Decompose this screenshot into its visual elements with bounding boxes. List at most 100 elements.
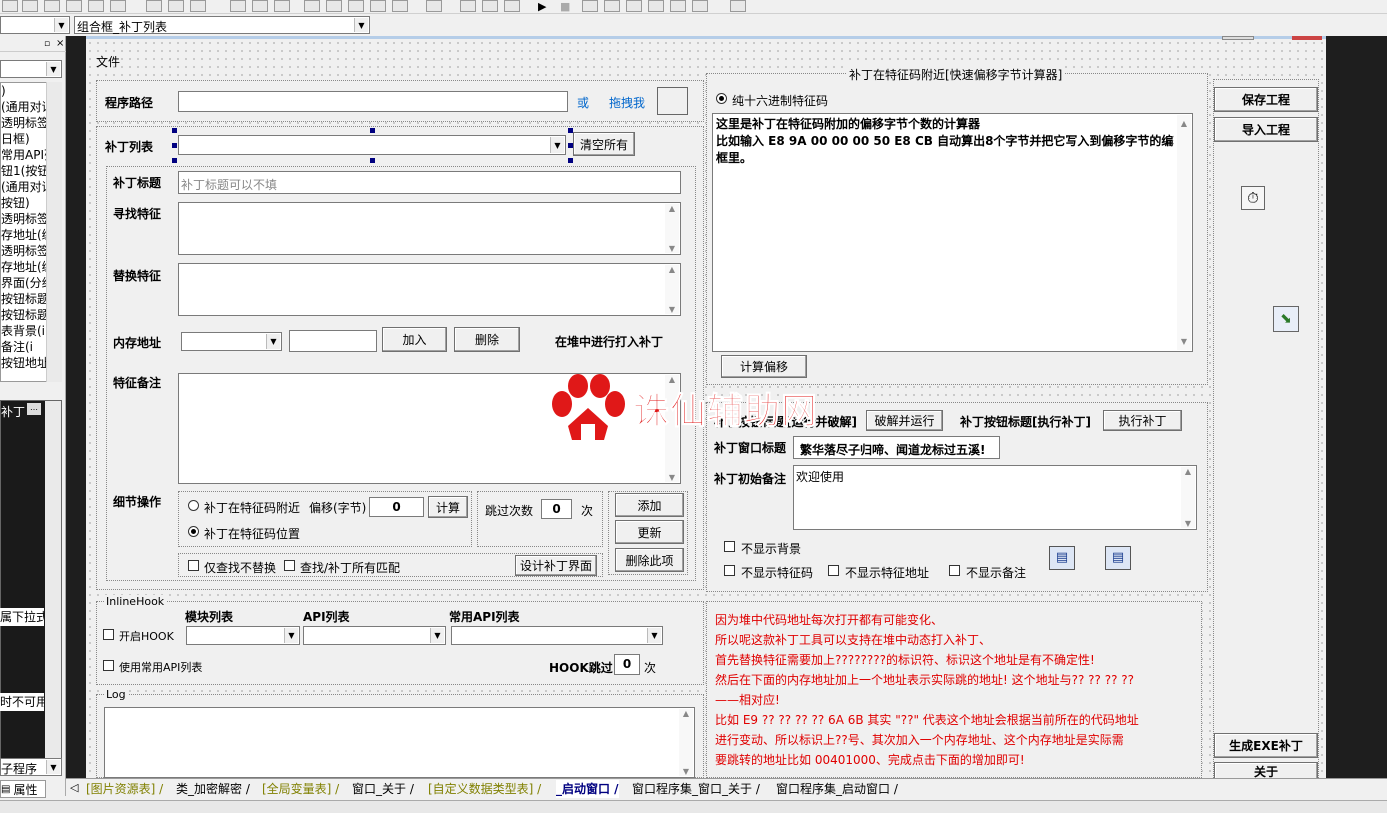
selection-handle[interactable]	[370, 128, 375, 133]
toolbar-button[interactable]	[304, 0, 320, 12]
save-project-button[interactable]: 保存工程	[1214, 87, 1318, 112]
scrollbar[interactable]: ▲ ▼	[1181, 467, 1195, 528]
use-common-api-label[interactable]: 使用常用API列表	[119, 659, 202, 675]
offset-input[interactable]: 0	[369, 497, 424, 517]
radio-near-label[interactable]: 补丁在特征码附近	[204, 499, 300, 516]
selection-handle[interactable]	[568, 158, 573, 163]
toolbar-button[interactable]	[66, 0, 82, 12]
selection-handle[interactable]	[172, 158, 177, 163]
toolbar-button[interactable]	[252, 0, 268, 12]
pin-icon[interactable]: ▫	[44, 39, 50, 49]
find-all-label[interactable]: 查找/补丁所有匹配	[300, 559, 400, 576]
toolbar-button[interactable]	[2, 0, 18, 12]
radio-near[interactable]	[188, 500, 199, 511]
design-ui-button[interactable]: 设计补丁界面	[515, 555, 597, 576]
toolbar-button[interactable]	[582, 0, 598, 12]
subprogram-combo[interactable]: 子程序 ▼	[0, 758, 62, 776]
toolbar-button[interactable]	[626, 0, 642, 12]
ellipsis-button[interactable]: …	[27, 403, 41, 415]
skip-input[interactable]: 0	[541, 499, 572, 519]
selection-handle[interactable]	[172, 128, 177, 133]
tab-item[interactable]: 窗口_关于 /	[352, 780, 414, 798]
toolbar-button[interactable]	[326, 0, 342, 12]
pure-hex-radio[interactable]	[716, 93, 727, 104]
module-combo[interactable]: ▼	[186, 626, 300, 645]
property-grid[interactable]: 补丁 …	[0, 400, 62, 776]
add-button[interactable]: 加入	[382, 327, 447, 352]
selection-handle[interactable]	[370, 158, 375, 163]
list-scrollbar[interactable]	[46, 82, 62, 382]
window-component-icon[interactable]: ▤	[1049, 546, 1075, 570]
scrollbar[interactable]: ▲ ▼	[665, 265, 679, 314]
update-button[interactable]: 更新	[615, 520, 684, 544]
toolbar-button[interactable]	[692, 0, 708, 12]
toolbar-button[interactable]	[392, 0, 408, 12]
clear-all-button[interactable]: 清空所有	[573, 132, 635, 156]
no-bg-checkbox[interactable]	[724, 541, 735, 552]
toolbar-button[interactable]	[460, 0, 476, 12]
log-textarea[interactable]: ▲ ▼	[104, 707, 695, 778]
property-scrollbar[interactable]	[45, 401, 61, 775]
calc-textarea[interactable]: 这里是补丁在特征码附加的偏移字节个数的计算器 比如输入 E8 9A 00 00 …	[712, 113, 1193, 352]
toolbar-button[interactable]	[168, 0, 184, 12]
radio-pos[interactable]	[188, 526, 199, 537]
no-feature-addr-checkbox[interactable]	[828, 565, 839, 576]
drag-target[interactable]	[657, 87, 688, 115]
calc-button[interactable]: 计算	[428, 496, 468, 518]
hook-skip-input[interactable]: 0	[614, 654, 640, 675]
no-note-checkbox[interactable]	[949, 565, 960, 576]
add-item-button[interactable]: 添加	[615, 493, 684, 517]
property-tab[interactable]: ▤ 属性	[0, 780, 46, 798]
toolbar-button[interactable]	[190, 0, 206, 12]
run-icon[interactable]: ▶	[538, 0, 546, 13]
no-note-label[interactable]: 不显示备注	[966, 564, 1026, 581]
only-find-label[interactable]: 仅查找不替换	[204, 559, 276, 576]
tab-item[interactable]: _启动窗口 /	[556, 780, 619, 798]
find-feature-input[interactable]: ▲ ▼	[178, 202, 681, 255]
scrollbar[interactable]: ▲ ▼	[679, 709, 693, 776]
menu-file[interactable]: 文件	[96, 53, 120, 70]
toolbar-button[interactable]	[44, 0, 60, 12]
find-all-checkbox[interactable]	[284, 560, 295, 571]
only-find-checkbox[interactable]	[188, 560, 199, 571]
crack-run-button[interactable]: 破解并运行	[866, 410, 943, 431]
tab-item[interactable]: 窗口程序集_窗口_关于 /	[632, 780, 760, 798]
panel-combo[interactable]: ▼	[0, 60, 62, 78]
tab-scroll-left-icon[interactable]: ◁	[70, 781, 78, 794]
toolbar-button[interactable]	[110, 0, 126, 12]
no-feature-checkbox[interactable]	[724, 565, 735, 576]
toolbar-button[interactable]	[22, 0, 38, 12]
no-feature-label[interactable]: 不显示特征码	[741, 564, 813, 581]
toolbar-button[interactable]	[370, 0, 386, 12]
tab-item[interactable]: [自定义数据类型表] /	[428, 780, 541, 798]
form-designer-icon[interactable]: ⬊	[1273, 306, 1299, 332]
tab-item[interactable]: 类_加密解密 /	[176, 780, 250, 798]
timer-icon[interactable]: ⏱	[1241, 186, 1265, 210]
toolbar-button[interactable]	[146, 0, 162, 12]
radio-pos-label[interactable]: 补丁在特征码位置	[204, 525, 300, 542]
mem-addr-combo[interactable]: ▼	[181, 332, 282, 351]
splitter[interactable]	[66, 36, 76, 796]
close-icon[interactable]: ×	[56, 38, 64, 49]
toolbar-button[interactable]	[482, 0, 498, 12]
tab-item[interactable]: 窗口程序集_启动窗口 /	[776, 780, 898, 798]
scrollbar[interactable]: ▲ ▼	[665, 204, 679, 253]
generate-exe-button[interactable]: 生成EXE补丁	[1214, 733, 1318, 758]
scrollbar[interactable]: ▲ ▼	[1177, 115, 1191, 350]
delete-button[interactable]: 删除	[454, 327, 520, 352]
toolbar-button[interactable]	[348, 0, 364, 12]
import-project-button[interactable]: 导入工程	[1214, 117, 1318, 142]
toolbar-button[interactable]	[504, 0, 520, 12]
toolbar-button[interactable]	[670, 0, 686, 12]
toolbar-button[interactable]	[426, 0, 442, 12]
object-combo[interactable]: ▼	[0, 16, 70, 34]
toolbar-button[interactable]	[274, 0, 290, 12]
component-combo[interactable]: 组合框_补丁列表 ▼	[74, 16, 370, 34]
toolbar-button[interactable]	[648, 0, 664, 12]
use-common-api-checkbox[interactable]	[103, 660, 114, 671]
initial-note-input[interactable]: 欢迎使用 ▲ ▼	[793, 465, 1197, 530]
no-feature-addr-label[interactable]: 不显示特征地址	[845, 564, 929, 581]
stop-icon[interactable]: ■	[560, 0, 570, 13]
common-api-combo[interactable]: ▼	[451, 626, 663, 645]
toolbar-button[interactable]	[730, 0, 746, 12]
